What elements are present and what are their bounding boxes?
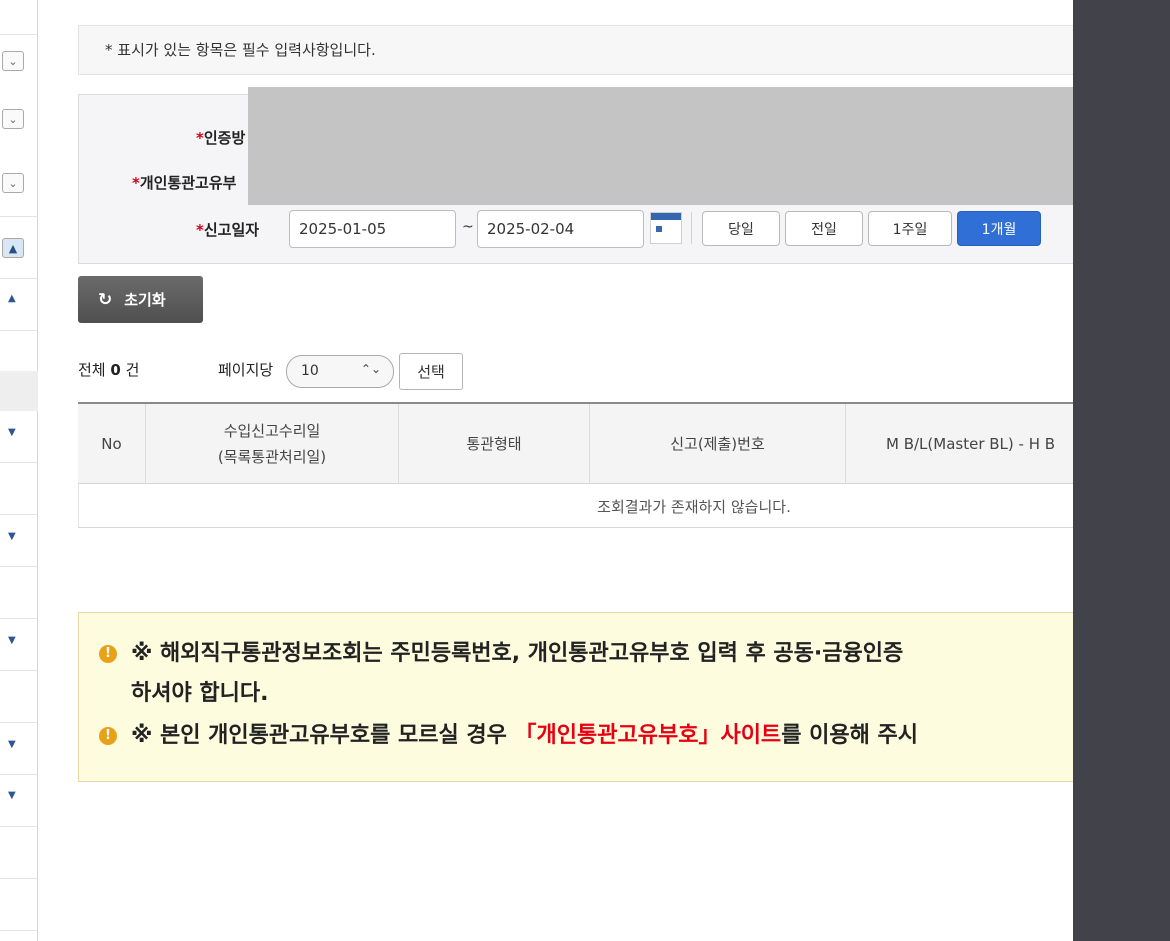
required-mark: *	[196, 129, 204, 147]
sidebar-row	[0, 411, 38, 463]
reset-button[interactable]: ↻ 초기화	[78, 276, 203, 323]
warning-box: ! ※ 해외직구통관정보조회는 주민등록번호, 개인통관고유부호 입력 후 공동·…	[78, 612, 1078, 782]
required-mark: *	[132, 174, 140, 192]
sidebar-row	[0, 879, 38, 931]
required-notice: * 표시가 있는 항목은 필수 입력사항입니다.	[78, 25, 1078, 75]
calendar-icon[interactable]	[650, 212, 682, 244]
divider	[691, 212, 692, 244]
date-from-input[interactable]: 2025-01-05	[289, 210, 456, 248]
report-date-label: *신고일자	[196, 219, 259, 240]
reset-button-label: 초기화	[124, 291, 166, 309]
updown-chevron-icon: ⌃⌄	[360, 362, 381, 376]
exclamation-circle-icon: !	[99, 727, 117, 745]
sidebar-highlight-row	[0, 371, 38, 411]
total-prefix: 전체	[78, 361, 106, 379]
sidebar-row	[0, 671, 38, 723]
warning-text-2-suffix: 를 이용해 주시	[781, 723, 918, 748]
per-page-label: 페이지당	[218, 361, 274, 379]
column-header-bl: M B/L(Master BL) - H B	[846, 404, 1078, 484]
customs-code-site-link[interactable]: 「개인통관고유부호」사이트	[515, 723, 782, 748]
warning-line-1b: 하셔야 합니다.	[131, 681, 269, 706]
period-yesterday-button[interactable]: 전일	[785, 211, 863, 246]
results-table: No 수입신고수리일 (목록통관처리일) 통관형태 신고(제출)번호 M B/L…	[78, 402, 1078, 528]
select-button[interactable]: 선택	[399, 353, 463, 390]
column-header-acceptance-date: 수입신고수리일 (목록통관처리일)	[146, 404, 399, 484]
sidebar-row	[0, 217, 38, 279]
table-header: No 수입신고수리일 (목록통관처리일) 통관형태 신고(제출)번호 M B/L…	[78, 404, 1078, 484]
customs-code-label-text: 개인통관고유부	[139, 174, 237, 192]
total-count: 전체 0 건	[78, 359, 139, 380]
period-1month-button[interactable]: 1개월	[957, 211, 1041, 246]
left-sidebar-strip: ⌄ ⌄ ⌄ ▲ ▲ ▼ ▼ ▼ ▼ ▼	[0, 0, 38, 941]
date-range-separator: ~	[462, 219, 474, 235]
header-subtext: (목록통관처리일)	[217, 448, 327, 466]
sidebar-row	[0, 515, 38, 567]
sidebar-row	[0, 723, 38, 775]
sidebar-row	[0, 775, 38, 827]
period-1week-button[interactable]: 1주일	[868, 211, 952, 246]
header-text: 수입신고수리일	[223, 422, 321, 440]
column-header-report-number: 신고(제출)번호	[590, 404, 846, 484]
customs-code-label: *개인통관고유부	[132, 172, 236, 193]
sidebar-row	[0, 827, 38, 879]
refresh-icon: ↻	[98, 289, 113, 310]
sidebar-row	[0, 0, 38, 217]
column-header-clearance-type: 통관형태	[399, 404, 590, 484]
header-text: No	[101, 435, 122, 453]
report-date-label-text: 신고일자	[203, 221, 260, 239]
sidebar-row	[0, 279, 38, 331]
sidebar-row	[0, 619, 38, 671]
total-suffix: 건	[125, 361, 140, 379]
cert-method-label: *인증방	[196, 127, 245, 148]
cert-method-label-text: 인증방	[203, 129, 246, 147]
required-mark: *	[196, 221, 204, 239]
header-text: 신고(제출)번호	[670, 435, 765, 453]
exclamation-circle-icon: !	[99, 645, 117, 663]
per-page-select[interactable]: 10 ⌃⌄	[286, 355, 394, 388]
sidebar-row	[0, 463, 38, 515]
warning-line-1: ! ※ 해외직구통관정보조회는 주민등록번호, 개인통관고유부호 입력 후 공동·…	[99, 635, 903, 667]
warning-text-2: ※ 본인 개인통관고유부호를 모르실 경우	[131, 723, 515, 748]
total-number: 0	[110, 361, 121, 379]
column-header-no: No	[78, 404, 146, 484]
table-body: 조회결과가 존재하지 않습니다.	[78, 484, 1078, 528]
per-page-value: 10	[301, 363, 319, 379]
warning-text-1: ※ 해외직구통관정보조회는 주민등록번호, 개인통관고유부호 입력 후 공동·금…	[131, 641, 904, 666]
warning-line-2: ! ※ 본인 개인통관고유부호를 모르실 경우 「개인통관고유부호」사이트를 이용…	[99, 717, 918, 749]
date-to-input[interactable]: 2025-02-04	[477, 210, 644, 248]
redacted-region	[248, 87, 1078, 205]
empty-result-message: 조회결과가 존재하지 않습니다.	[597, 497, 791, 516]
period-today-button[interactable]: 당일	[702, 211, 780, 246]
header-text: M B/L(Master BL) - H B	[886, 435, 1056, 453]
right-dark-panel	[1073, 0, 1170, 941]
header-text: 통관형태	[466, 435, 522, 453]
sidebar-row	[0, 567, 38, 619]
